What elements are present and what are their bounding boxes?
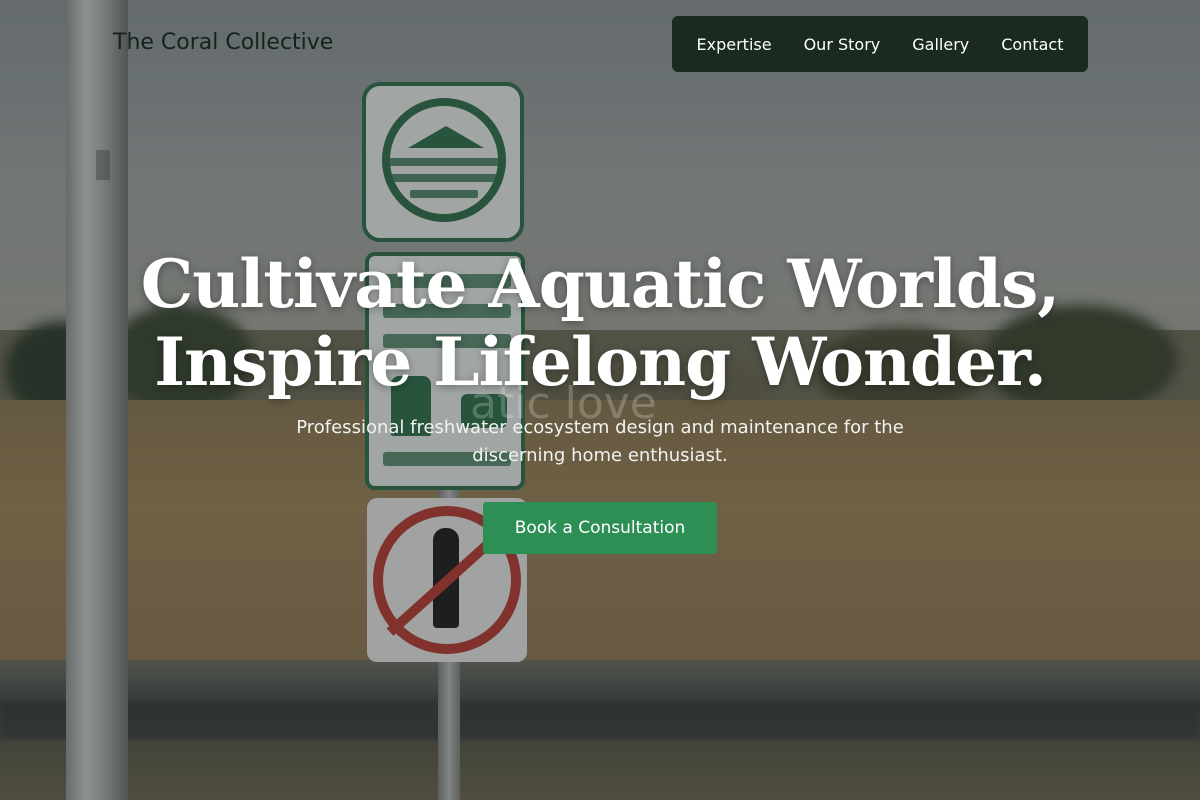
nav-link-gallery[interactable]: Gallery	[896, 35, 985, 54]
headline-line-1: Cultivate Aquatic Worlds,	[140, 245, 1060, 323]
nav-link-our-story[interactable]: Our Story	[788, 35, 897, 54]
subhead-line-1: Professional freshwater ecosystem design…	[296, 417, 904, 438]
nav-link-expertise[interactable]: Expertise	[681, 35, 788, 54]
brand-logo[interactable]: The Coral Collective	[113, 30, 333, 55]
hero-subheading: Professional freshwater ecosystem design…	[250, 414, 950, 470]
book-consultation-button[interactable]: Book a Consultation	[483, 502, 717, 554]
main-nav: Expertise Our Story Gallery Contact	[672, 16, 1088, 72]
subhead-line-2: discerning home enthusiast.	[472, 445, 728, 466]
site-header: The Coral Collective Expertise Our Story…	[0, 0, 1200, 90]
nav-link-contact[interactable]: Contact	[985, 35, 1079, 54]
